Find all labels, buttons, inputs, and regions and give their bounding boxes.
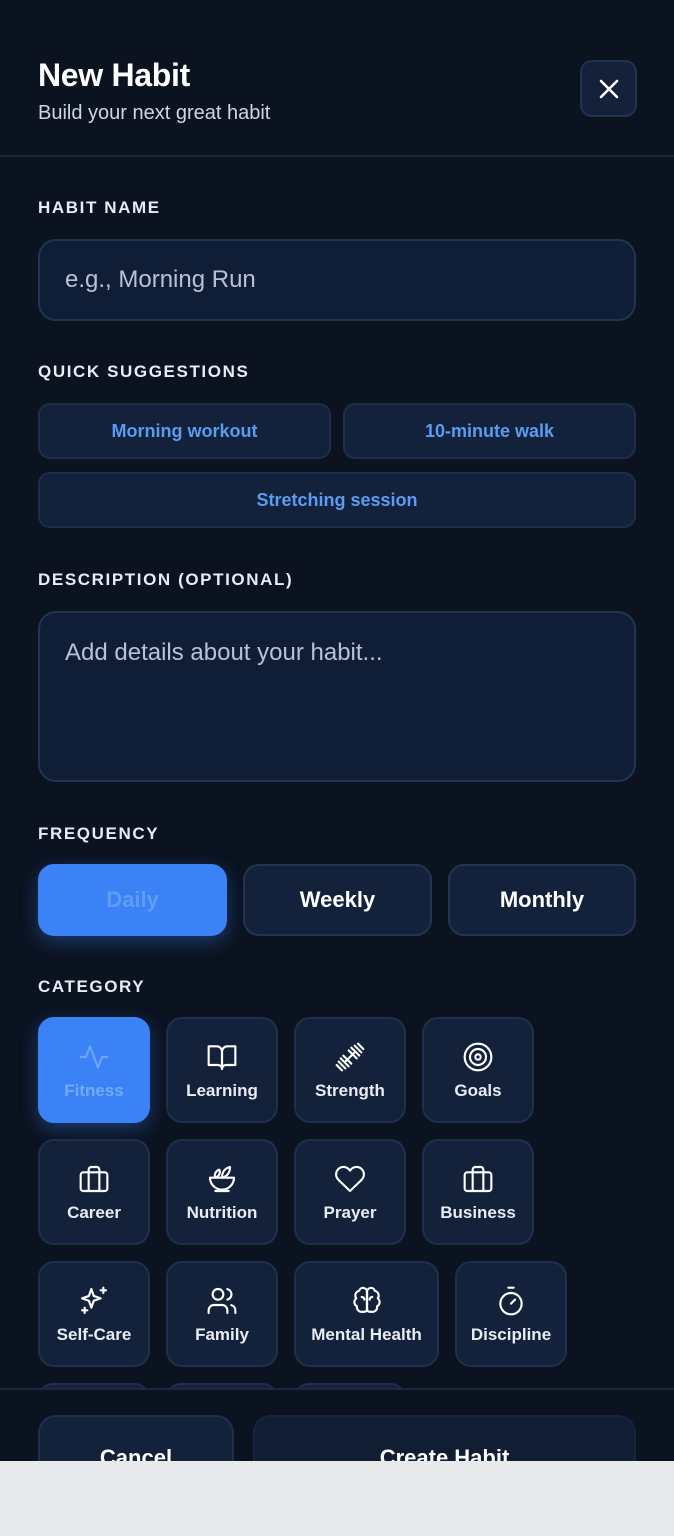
- category-nutrition[interactable]: Nutrition: [166, 1139, 278, 1245]
- page-subtitle: Build your next great habit: [38, 102, 271, 124]
- suggestion-chip-morning-workout[interactable]: Morning workout: [38, 403, 331, 459]
- category-label-text: Strength: [315, 1081, 385, 1100]
- briefcase-icon: [463, 1165, 493, 1193]
- category-label-text: Prayer: [323, 1203, 377, 1222]
- frequency-option-monthly[interactable]: Monthly: [448, 864, 636, 936]
- category-fitness[interactable]: Fitness: [38, 1017, 150, 1123]
- suggestion-chip-10-minute-walk[interactable]: 10-minute walk: [343, 403, 636, 459]
- category-label-text: Learning: [186, 1081, 258, 1100]
- briefcase-icon: [79, 1165, 109, 1193]
- habit-name-label: HABIT NAME: [38, 198, 161, 217]
- category-self-care[interactable]: Self-Care: [38, 1261, 150, 1367]
- category-label: CATEGORY: [38, 977, 146, 996]
- category-business[interactable]: Business: [422, 1139, 534, 1245]
- cancel-button[interactable]: Cancel: [38, 1415, 234, 1461]
- users-icon: [207, 1287, 237, 1315]
- category-label-text: Self-Care: [56, 1325, 132, 1344]
- category-label-text: Discipline: [470, 1325, 552, 1344]
- category-label-text: Nutrition: [186, 1203, 258, 1222]
- habit-name-input[interactable]: [38, 239, 636, 321]
- book-icon: [207, 1045, 237, 1071]
- category-goals[interactable]: Goals: [422, 1017, 534, 1123]
- category-label-text: Mental Health: [311, 1325, 422, 1344]
- sheet-header: New Habit Build your next great habit: [0, 0, 674, 157]
- salad-icon: [208, 1165, 236, 1193]
- page-title: New Habit: [38, 57, 190, 93]
- brain-icon: [352, 1286, 381, 1313]
- description-label: DESCRIPTION (OPTIONAL): [38, 570, 294, 589]
- category-label-text: Goals: [454, 1081, 502, 1100]
- close-icon: [599, 79, 618, 98]
- sparkles-icon: [80, 1286, 108, 1315]
- timer-icon: [499, 1286, 523, 1316]
- frequency-option-daily[interactable]: Daily: [38, 864, 227, 936]
- category-mental-health[interactable]: Mental Health: [294, 1261, 439, 1367]
- category-family[interactable]: Family: [166, 1261, 278, 1367]
- dumbbell-icon: [335, 1042, 365, 1072]
- category-learning[interactable]: Learning: [166, 1017, 278, 1123]
- heart-icon: [335, 1165, 365, 1193]
- frequency-option-weekly[interactable]: Weekly: [243, 864, 432, 936]
- create-habit-button[interactable]: Create Habit: [253, 1415, 636, 1461]
- category-label-text: Career: [67, 1203, 121, 1222]
- category-label-text: Fitness: [64, 1081, 124, 1100]
- frequency-label: FREQUENCY: [38, 824, 160, 843]
- category-career[interactable]: Career: [38, 1139, 150, 1245]
- category-discipline[interactable]: Discipline: [455, 1261, 567, 1367]
- category-label-text: Business: [440, 1203, 516, 1222]
- new-habit-sheet: New Habit Build your next great habit HA…: [0, 0, 674, 1461]
- activity-icon: [79, 1045, 109, 1069]
- category-prayer[interactable]: Prayer: [294, 1139, 406, 1245]
- target-icon: [463, 1042, 493, 1072]
- suggestion-chip-stretching-session[interactable]: Stretching session: [38, 472, 636, 528]
- close-button[interactable]: [580, 60, 637, 117]
- category-label-text: Family: [195, 1325, 249, 1344]
- category-strength[interactable]: Strength: [294, 1017, 406, 1123]
- quick-suggestions-label: QUICK SUGGESTIONS: [38, 362, 250, 381]
- description-textarea[interactable]: [38, 611, 636, 782]
